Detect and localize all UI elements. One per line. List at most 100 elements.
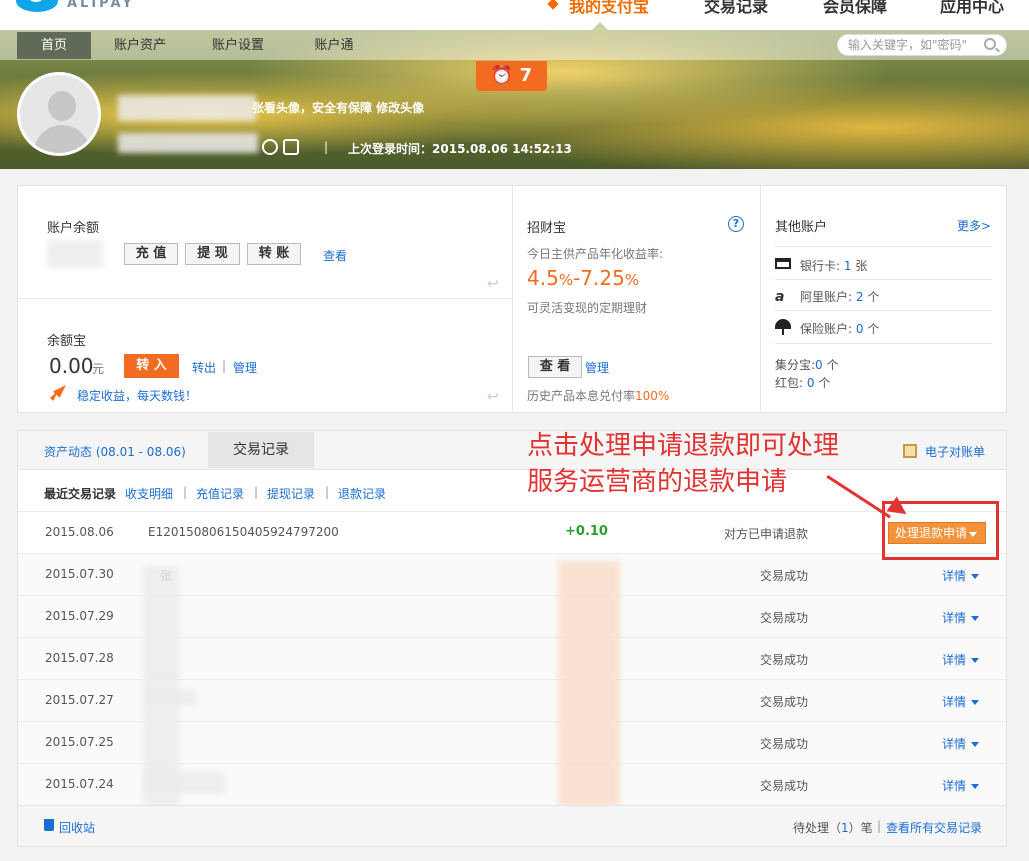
hongbao-count-link[interactable]: 0 <box>807 376 815 390</box>
recharge-button[interactable]: 充 值 <box>124 243 178 265</box>
divider-v1 <box>512 186 513 412</box>
sub-nav-home[interactable]: 首页 <box>17 32 91 59</box>
recycle-bin-link[interactable]: 回收站 <box>59 819 95 836</box>
annotation-highlight-box <box>882 501 999 560</box>
identity-icon[interactable] <box>262 139 278 155</box>
tx-status: 对方已申请退款 <box>724 527 809 541</box>
avatar-body-icon <box>34 125 90 153</box>
separator: | <box>183 485 188 499</box>
umbrella-icon <box>775 319 791 335</box>
tx-detail-link[interactable]: 详情 <box>942 609 979 626</box>
yuebao-out-link[interactable]: 转出 <box>192 359 216 376</box>
redacted-name <box>150 690 196 706</box>
separator: | <box>325 485 330 499</box>
tx-status: 交易成功 <box>760 779 809 793</box>
tab-asset-dynamic[interactable]: 资产动态 (08.01 - 08.06) <box>44 443 186 460</box>
bank-count-link[interactable]: 1 <box>844 259 852 273</box>
zcb-manage-link[interactable]: 管理 <box>585 359 609 376</box>
top-nav-transactions[interactable]: 交易记录 <box>704 0 768 17</box>
pending-count: 待处理（1）笔 <box>793 821 873 835</box>
other-accounts-title: 其他账户 <box>775 220 828 235</box>
filter-recharge[interactable]: 充值记录 <box>196 485 244 502</box>
tx-detail-link[interactable]: 详情 <box>942 777 979 794</box>
avatar[interactable] <box>17 72 101 156</box>
tx-status: 交易成功 <box>760 695 809 709</box>
view-all-transactions-link[interactable]: 查看所有交易记录 <box>886 819 982 836</box>
ali-account-row: 阿里账户: 2 个 <box>800 290 880 304</box>
top-nav-protection[interactable]: 会员保障 <box>823 0 887 17</box>
filter-income-expense[interactable]: 收支明细 <box>125 485 173 502</box>
yuebao-slogan[interactable]: 稳定收益，每天数钱！ <box>77 387 197 404</box>
tx-name[interactable]: E12015080615040592479720​0 <box>148 525 339 539</box>
alarm-badge[interactable]: ⏰ 7 <box>476 61 547 91</box>
tx-detail-link[interactable]: 详情 <box>942 693 979 710</box>
divider <box>775 279 992 280</box>
separator: | <box>222 359 227 373</box>
withdraw-button[interactable]: 提 现 <box>185 243 240 265</box>
zcb-view-button[interactable]: 查 看 <box>528 356 582 378</box>
table-row: 2015.08.06 E12015080615040592479720​0 +0… <box>18 511 1006 553</box>
hongbao-row: 红包: 0 个 <box>775 376 831 390</box>
bank-card-icon <box>775 258 791 269</box>
search-icon[interactable] <box>984 38 996 50</box>
annotation-line-2: 服务运营商的退款申请 <box>527 467 788 497</box>
return-icon[interactable]: ↩ <box>487 276 499 292</box>
filter-refund[interactable]: 退款记录 <box>338 485 386 502</box>
divider <box>775 343 992 344</box>
redacted-balance <box>47 240 103 268</box>
balance-title: 账户余额 <box>47 221 100 236</box>
jifen-count-link[interactable]: 0 <box>815 358 823 372</box>
tx-date: 2015.07.30 <box>45 567 114 581</box>
tx-status: 交易成功 <box>760 569 809 583</box>
trash-icon[interactable] <box>44 819 54 831</box>
sub-nav-assets[interactable]: 账户资产 <box>102 32 178 59</box>
tx-detail-link[interactable]: 详情 <box>942 651 979 668</box>
jifenbao-row: 集分宝:0 个 <box>775 358 839 372</box>
yuebao-unit: 元 <box>92 362 105 376</box>
zcb-rate-label: 今日主供产品年化收益率: <box>527 247 664 261</box>
logo-text: ALIPAY <box>67 0 135 11</box>
insurance-count-link[interactable]: 0 <box>856 322 864 336</box>
redacted-account <box>118 133 258 153</box>
pending-count-link[interactable]: 1 <box>841 821 849 835</box>
top-nav-app-center[interactable]: 应用中心 <box>940 0 1004 17</box>
return-icon[interactable]: ↩ <box>487 389 499 405</box>
statement-link[interactable]: 电子对账单 <box>925 443 985 460</box>
yuebao-manage-link[interactable]: 管理 <box>233 359 257 376</box>
tx-status: 交易成功 <box>760 653 809 667</box>
tx-detail-link[interactable]: 详情 <box>942 735 979 752</box>
tx-date: 2015.07.28 <box>45 651 114 665</box>
last-login: 上次登录时间：2015.08.06 14:52:13 <box>348 142 572 156</box>
search-input[interactable]: 输入关键字，如"密码" <box>837 34 1007 56</box>
ali-count-link[interactable]: 2 <box>856 290 864 304</box>
yuebao-in-button[interactable]: 转 入 <box>124 354 179 378</box>
zcb-desc: 可灵活变现的定期理财 <box>527 301 648 315</box>
ali-icon: a <box>775 289 785 305</box>
filter-withdraw[interactable]: 提现记录 <box>267 485 315 502</box>
banner-separator: | <box>324 140 329 154</box>
view-balance-link[interactable]: 查看 <box>323 247 347 264</box>
alarm-clock-icon: ⏰ <box>490 65 514 86</box>
redacted-amounts <box>558 561 620 807</box>
help-icon[interactable]: ? <box>728 216 744 232</box>
zcb-rate: 4.5%-7.25% <box>527 266 640 290</box>
sub-nav-account-link[interactable]: 账户通 <box>296 32 372 59</box>
tx-date: 2015.07.29 <box>45 609 114 623</box>
tx-status: 交易成功 <box>760 737 809 751</box>
yuebao-amount: 0.00 <box>49 354 94 378</box>
tx-date: 2015.08.06 <box>45 525 114 539</box>
top-nav-my-alipay[interactable]: 我的支付宝 <box>569 0 649 17</box>
divider <box>775 246 992 247</box>
zcb-title: 招财宝 <box>527 221 567 236</box>
alipay-page: ALIPAY 我的支付宝 交易记录 会员保障 应用中心 首页 账户资产 账户设置… <box>0 0 1029 861</box>
more-accounts-link[interactable]: 更多> <box>957 217 991 234</box>
sub-nav-settings[interactable]: 账户设置 <box>200 32 276 59</box>
mobile-icon[interactable] <box>283 139 299 155</box>
redacted-name <box>145 772 225 794</box>
avatar-prompt[interactable]: 张看头像，安全有保障 修改头像 <box>252 99 424 116</box>
tab-transactions[interactable]: 交易记录 <box>208 432 314 468</box>
tx-date: 2015.07.24 <box>45 777 114 791</box>
tx-detail-link[interactable]: 详情 <box>942 567 979 584</box>
transfer-button[interactable]: 转 账 <box>247 243 301 265</box>
statement-icon[interactable] <box>903 444 917 458</box>
